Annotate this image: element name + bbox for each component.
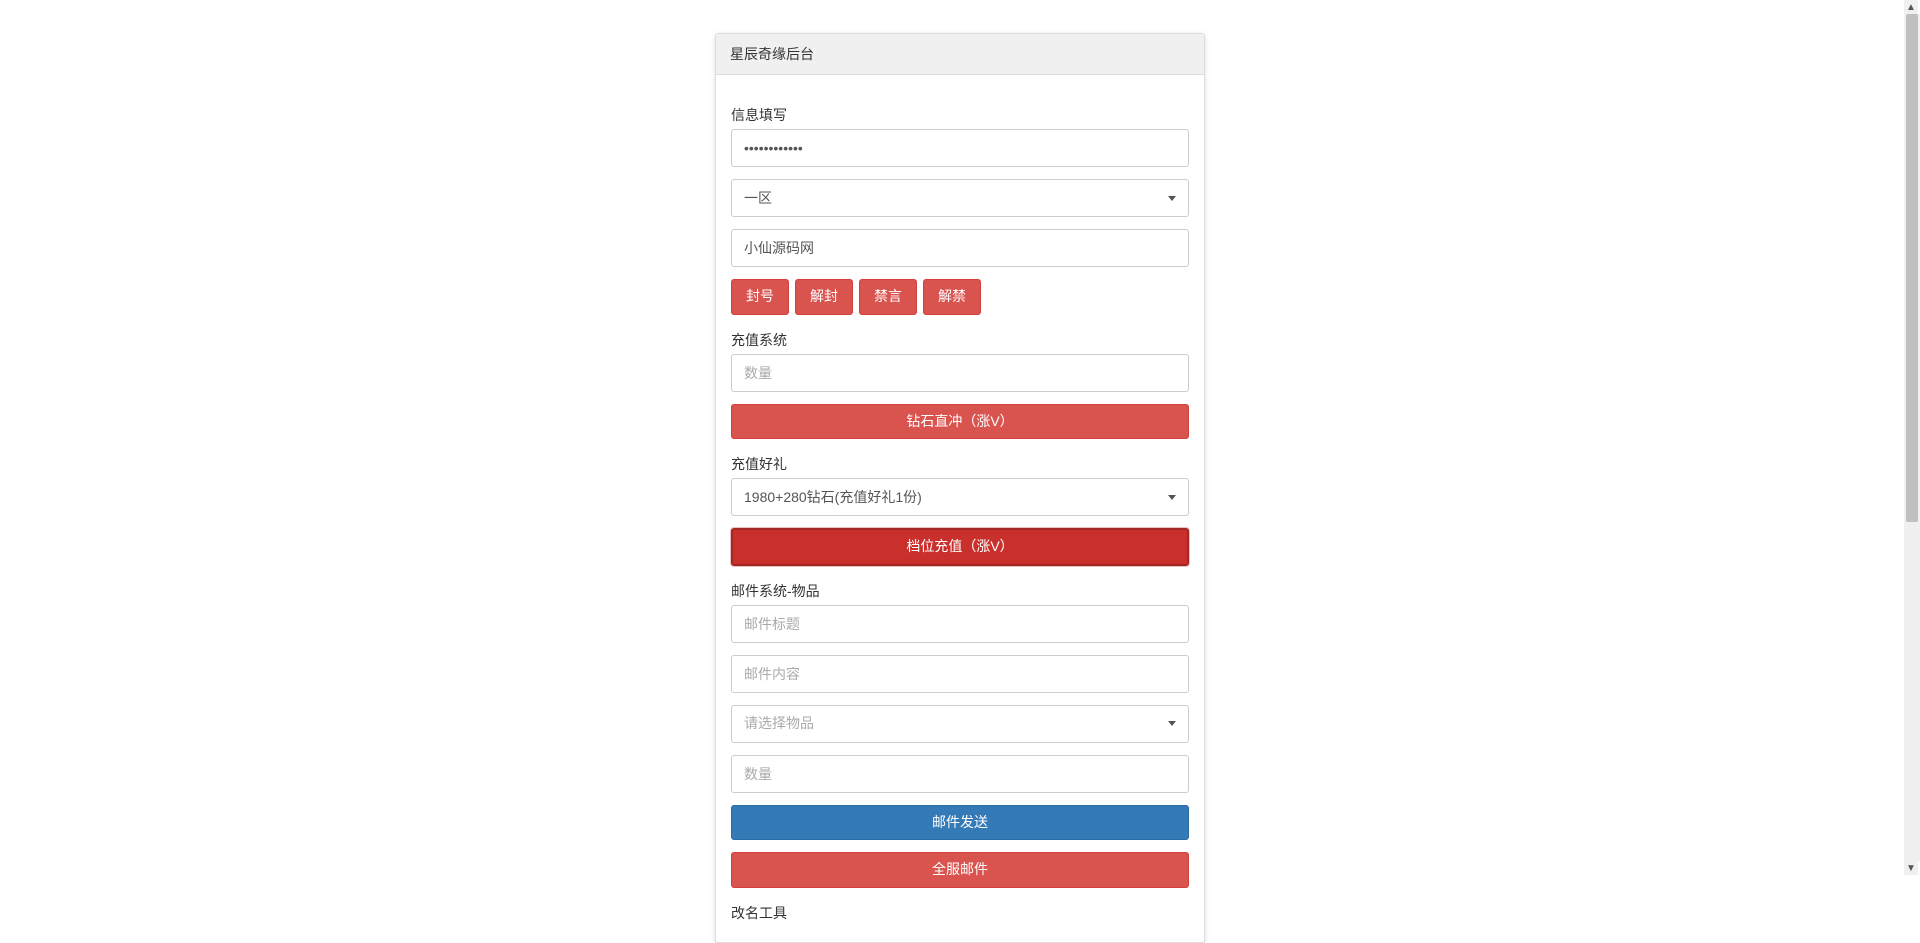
mail-send-button[interactable]: 邮件发送 [731,805,1189,841]
mail-quantity-input[interactable] [731,755,1189,793]
info-section-label: 信息填写 [731,105,1189,125]
scroll-up-icon[interactable]: ▲ [1904,0,1918,14]
unban-button[interactable]: 解封 [795,279,853,315]
unmute-button[interactable]: 解禁 [923,279,981,315]
mail-content-input[interactable] [731,655,1189,693]
chevron-down-icon [1168,721,1176,726]
gift-section-label: 充值好礼 [731,454,1189,474]
page-wrapper: 星辰奇缘后台 信息填写 一区 封号 解封 禁言 解禁 充值系统 [0,0,1920,943]
mail-item-select-text: 请选择物品 [744,713,814,734]
broadcast-mail-button[interactable]: 全服邮件 [731,852,1189,888]
ban-button[interactable]: 封号 [731,279,789,315]
tier-recharge-button[interactable]: 档位充值（涨V） [731,528,1189,566]
admin-panel: 星辰奇缘后台 信息填写 一区 封号 解封 禁言 解禁 充值系统 [715,33,1205,943]
mail-title-input[interactable] [731,605,1189,643]
chevron-down-icon [1168,495,1176,500]
rename-section-label: 改名工具 [731,903,1189,923]
password-input[interactable] [731,129,1189,167]
chevron-down-icon [1168,196,1176,201]
zone-select[interactable]: 一区 [731,179,1189,217]
username-input[interactable] [731,229,1189,267]
mail-item-select[interactable]: 请选择物品 [731,705,1189,743]
scroll-down-icon[interactable]: ▼ [1904,861,1918,875]
recharge-quantity-input[interactable] [731,354,1189,392]
diamond-recharge-button[interactable]: 钻石直冲（涨V） [731,404,1189,440]
gift-select-text: 1980+280钻石(充值好礼1份) [744,487,922,508]
scrollbar-thumb[interactable] [1906,14,1918,522]
recharge-section-label: 充值系统 [731,330,1189,350]
panel-title: 星辰奇缘后台 [716,34,1204,75]
zone-select-text: 一区 [744,188,772,209]
scrollbar-track[interactable] [1904,14,1920,861]
panel-body: 信息填写 一区 封号 解封 禁言 解禁 充值系统 钻石直冲（涨V） [716,75,1204,942]
mute-button[interactable]: 禁言 [859,279,917,315]
gift-select[interactable]: 1980+280钻石(充值好礼1份) [731,478,1189,516]
mail-section-label: 邮件系统-物品 [731,581,1189,601]
account-action-group: 封号 解封 禁言 解禁 [731,279,1189,315]
